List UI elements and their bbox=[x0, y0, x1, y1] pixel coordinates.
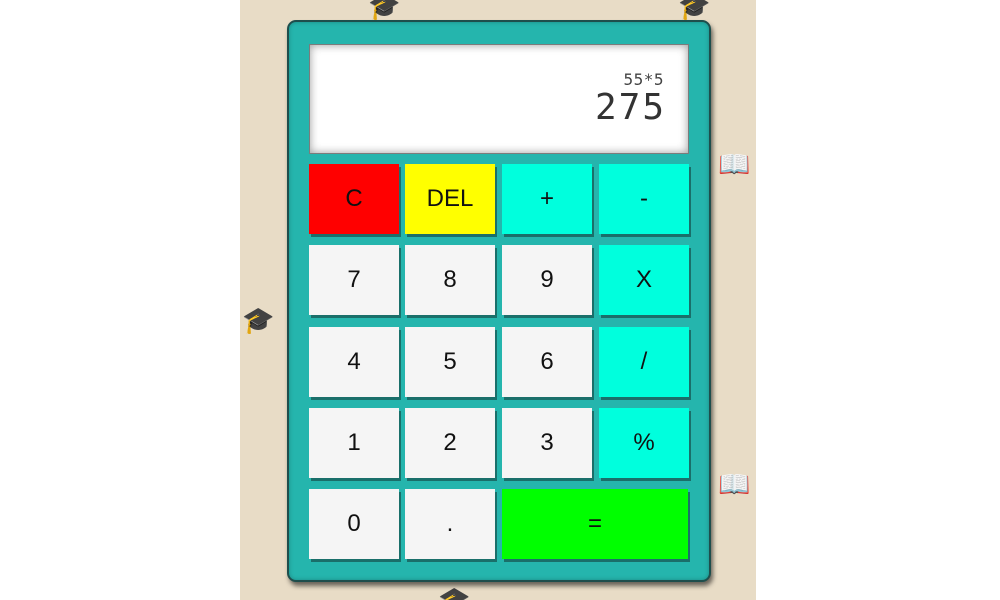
open-book-icon: 📖 bbox=[718, 470, 751, 500]
divide-button[interactable]: / bbox=[599, 327, 689, 397]
graduation-cap-icon: 🎓 bbox=[368, 0, 401, 22]
digit-8-button[interactable]: 8 bbox=[405, 245, 495, 315]
graduation-cap-icon: 🎓 bbox=[678, 0, 711, 22]
delete-button[interactable]: DEL bbox=[405, 164, 495, 234]
graduation-cap-icon: 🎓 bbox=[438, 588, 470, 600]
digit-9-button[interactable]: 9 bbox=[502, 245, 592, 315]
calculator: 55*5 275 C DEL + - 7 8 9 X 4 5 6 / 1 2 3… bbox=[287, 20, 711, 582]
digit-1-button[interactable]: 1 bbox=[309, 408, 399, 478]
digit-6-button[interactable]: 6 bbox=[502, 327, 592, 397]
digit-2-button[interactable]: 2 bbox=[405, 408, 495, 478]
equals-button[interactable]: = bbox=[502, 489, 688, 559]
add-button[interactable]: + bbox=[502, 164, 592, 234]
percent-button[interactable]: % bbox=[599, 408, 689, 478]
open-book-icon: 📖 bbox=[718, 150, 751, 180]
subtract-button[interactable]: - bbox=[599, 164, 689, 234]
digit-7-button[interactable]: 7 bbox=[309, 245, 399, 315]
digit-3-button[interactable]: 3 bbox=[502, 408, 592, 478]
graduation-cap-icon: 🎓 bbox=[242, 306, 275, 336]
calculator-display: 55*5 275 bbox=[309, 44, 689, 154]
digit-5-button[interactable]: 5 bbox=[405, 327, 495, 397]
digit-0-button[interactable]: 0 bbox=[309, 489, 399, 559]
multiply-button[interactable]: X bbox=[599, 245, 689, 315]
result-text: 275 bbox=[594, 87, 666, 128]
digit-4-button[interactable]: 4 bbox=[309, 327, 399, 397]
clear-button[interactable]: C bbox=[309, 164, 399, 234]
decimal-point-button[interactable]: . bbox=[405, 489, 495, 559]
